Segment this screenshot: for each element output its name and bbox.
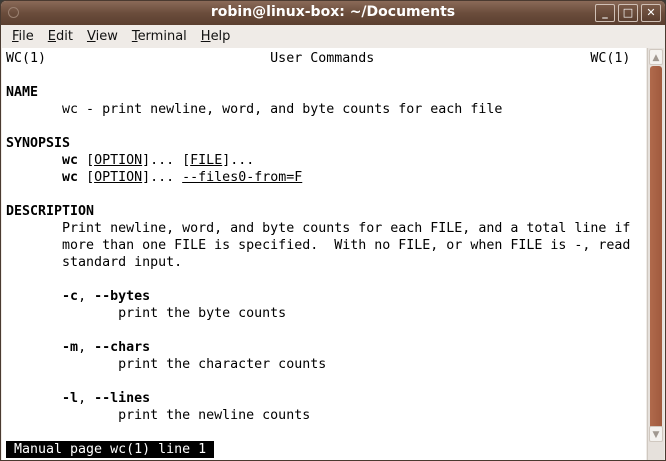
menu-bar: File Edit View Terminal Help — [1, 25, 665, 48]
menu-label: ile — [18, 29, 34, 44]
terminal-line: -m, --chars — [6, 339, 646, 356]
text-segment: WC(1) User Commands WC(1) — [6, 51, 631, 66]
terminal-line: wc [OPTION]... [FILE]... — [6, 152, 646, 169]
menu-terminal[interactable]: Terminal — [125, 29, 194, 44]
scroll-down-icon[interactable]: ▼ — [649, 426, 663, 442]
terminal-output[interactable]: WC(1) User Commands WC(1) NAME wc - print… — [2, 48, 646, 460]
scrollbar-thumb[interactable] — [650, 66, 662, 440]
menu-help[interactable]: Help — [194, 29, 238, 44]
terminal-line: WC(1) User Commands WC(1) — [6, 50, 646, 67]
text-segment: Print newline, word, and byte counts for… — [6, 221, 631, 236]
terminal-line: SYNOPSIS — [6, 135, 646, 152]
terminal-line: Manual page wc(1) line 1 — [6, 441, 646, 458]
pager-status: Manual page wc(1) line 1 — [6, 441, 215, 458]
text-segment: wc — [62, 153, 79, 168]
text-segment: DESCRIPTION — [6, 204, 95, 219]
terminal-window: robin@linux-box: ~/Documents _ □ ✕ File E… — [0, 0, 666, 461]
menu-view[interactable]: View — [80, 29, 125, 44]
menu-label: dit — [56, 29, 73, 44]
menu-file[interactable]: File — [5, 29, 41, 44]
text-segment: wc — [62, 170, 79, 185]
text-segment: --chars — [94, 340, 151, 355]
text-segment: more than one FILE is specified. With no… — [6, 238, 631, 253]
close-button[interactable]: ✕ — [641, 4, 661, 22]
terminal-line: print the byte counts — [6, 305, 646, 322]
scroll-up-icon[interactable]: ▲ — [649, 49, 663, 65]
terminal-line: wc [OPTION]... --files0-from=F — [6, 169, 646, 186]
text-segment — [6, 340, 62, 355]
minimize-button[interactable]: _ — [595, 4, 615, 22]
window-menu-icon[interactable] — [8, 7, 19, 18]
terminal-line: print the newline counts — [6, 407, 646, 424]
text-segment: , — [78, 391, 95, 406]
text-segment — [6, 289, 62, 304]
text-segment: ]... — [142, 170, 183, 185]
text-segment: print the byte counts — [6, 306, 287, 321]
text-segment: --bytes — [94, 289, 151, 304]
text-segment: ]... [ — [142, 153, 191, 168]
text-segment — [6, 391, 62, 406]
menu-label: erminal — [137, 29, 187, 44]
text-segment: print the newline counts — [6, 408, 311, 423]
text-segment: standard input. — [6, 255, 183, 270]
terminal-line: -l, --lines — [6, 390, 646, 407]
text-segment: OPTION — [94, 170, 143, 185]
text-segment: , — [78, 289, 95, 304]
title-bar[interactable]: robin@linux-box: ~/Documents _ □ ✕ — [1, 1, 665, 25]
menu-edit[interactable]: Edit — [41, 29, 80, 44]
menu-mnemonic: E — [47, 29, 56, 44]
text-segment: NAME — [6, 85, 39, 100]
text-segment: -c — [62, 289, 79, 304]
text-segment: --lines — [94, 391, 151, 406]
text-segment: [ — [78, 153, 95, 168]
terminal-line: Print newline, word, and byte counts for… — [6, 220, 646, 237]
text-segment: OPTION — [94, 153, 143, 168]
text-segment: wc - print newline, word, and byte count… — [6, 102, 503, 117]
text-segment: [ — [78, 170, 95, 185]
text-segment: -m — [62, 340, 79, 355]
text-segment: , — [78, 340, 95, 355]
text-segment: print the character counts — [6, 357, 327, 372]
terminal-line: -c, --bytes — [6, 288, 646, 305]
text-segment: SYNOPSIS — [6, 136, 71, 151]
terminal-line: more than one FILE is specified. With no… — [6, 237, 646, 254]
terminal-line: standard input. — [6, 254, 646, 271]
window-title: robin@linux-box: ~/Documents — [210, 4, 456, 20]
menu-label: iew — [95, 29, 118, 44]
text-segment: -l — [62, 391, 79, 406]
text-segment — [6, 153, 62, 168]
terminal-line: DESCRIPTION — [6, 203, 646, 220]
text-segment: --files0-from=F — [182, 170, 303, 185]
menu-mnemonic: V — [86, 29, 96, 44]
text-segment — [6, 170, 62, 185]
text-segment: FILE — [190, 153, 223, 168]
maximize-button[interactable]: □ — [618, 4, 638, 22]
text-segment: ]... — [222, 153, 255, 168]
terminal-line: print the character counts — [6, 356, 646, 373]
menu-label: elp — [210, 29, 231, 44]
menu-mnemonic: H — [200, 29, 211, 44]
terminal-line: wc - print newline, word, and byte count… — [6, 101, 646, 118]
terminal-line: NAME — [6, 84, 646, 101]
scrollbar[interactable]: ▲ ▼ — [647, 48, 664, 460]
